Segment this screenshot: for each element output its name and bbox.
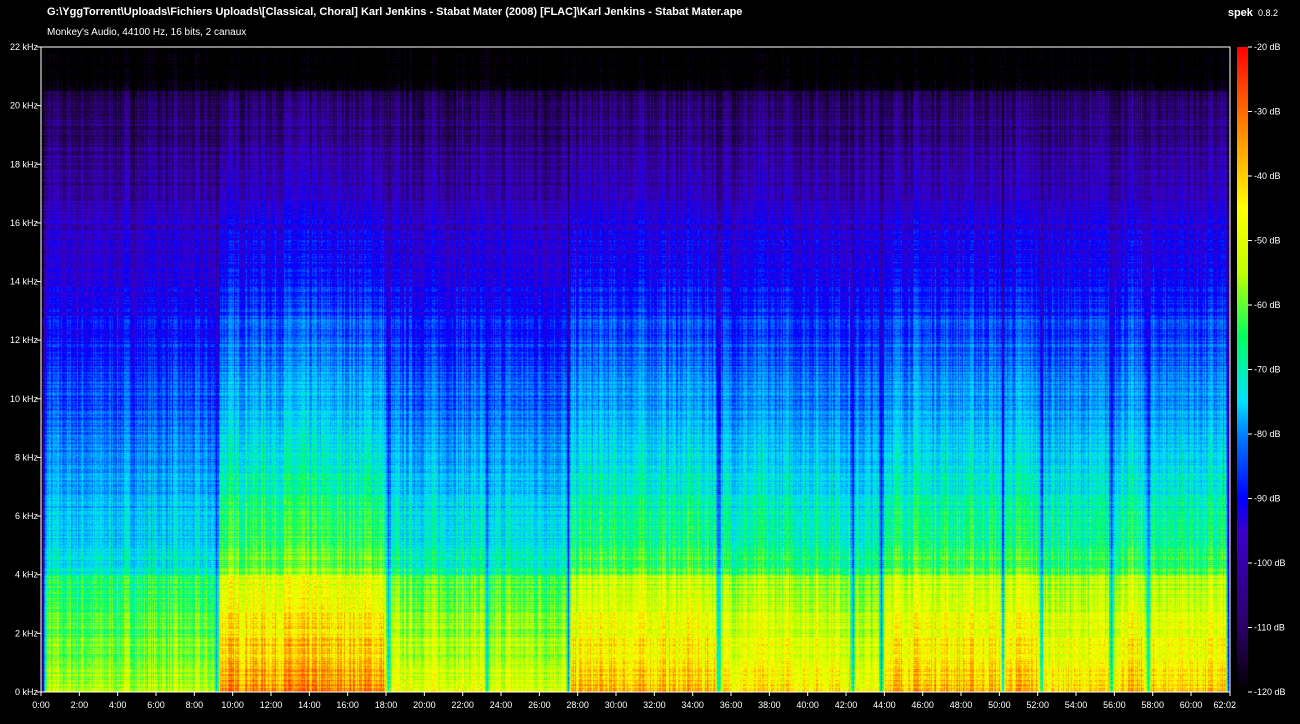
y-tick-label: 12 kHz xyxy=(10,335,39,345)
x-tick-label: 46:00 xyxy=(911,700,934,710)
x-tick-label: 16:00 xyxy=(336,700,359,710)
x-tick-label: 20:00 xyxy=(413,700,436,710)
x-tick-label: 44:00 xyxy=(873,700,896,710)
x-tick-label: 22:00 xyxy=(451,700,474,710)
x-tick-label: 8:00 xyxy=(186,700,204,710)
y-tick-label: 18 kHz xyxy=(10,159,39,169)
x-tick-label: 36:00 xyxy=(720,700,743,710)
x-tick-label: 38:00 xyxy=(758,700,781,710)
spectrogram-image xyxy=(41,47,1230,692)
y-axis: 0 kHz 2 kHz 4 kHz 6 kHz 8 kHz 10 kHz 12 kHz 14 … xyxy=(10,42,41,697)
colorbar-tick-label: -100 dB xyxy=(1254,558,1286,568)
x-tick-label: 12:00 xyxy=(260,700,283,710)
y-tick-label: 14 kHz xyxy=(10,277,39,287)
x-tick-label: 0:00 xyxy=(32,700,50,710)
y-tick-label: 22 kHz xyxy=(10,42,39,52)
x-tick-label: 32:00 xyxy=(643,700,666,710)
x-tick-label: 54:00 xyxy=(1065,700,1088,710)
colorbar-tick-label: -20 dB xyxy=(1254,42,1281,52)
y-tick-label: 16 kHz xyxy=(10,218,39,228)
x-axis: 0:00 2:00 4:00 6:00 8:00 10:00 12:00 14:00 16:00… xyxy=(32,692,1236,710)
x-tick-label: 26:00 xyxy=(528,700,551,710)
colorbar-tick-label: -40 dB xyxy=(1254,171,1281,181)
x-tick-label: 18:00 xyxy=(375,700,398,710)
x-tick-label: 60:00 xyxy=(1180,700,1203,710)
spectrogram-chart: 0:00 2:00 4:00 6:00 8:00 10:00 12:00 14:00 16:00… xyxy=(10,42,1286,710)
y-tick-label: 4 kHz xyxy=(15,570,39,580)
x-tick-label: 24:00 xyxy=(490,700,513,710)
colorbar-gradient xyxy=(1237,47,1248,692)
y-tick-label: 10 kHz xyxy=(10,394,39,404)
x-tick-label: 34:00 xyxy=(681,700,704,710)
x-tick-label: 30:00 xyxy=(605,700,628,710)
x-tick-label: 28:00 xyxy=(566,700,589,710)
colorbar: -20 dB -30 dB -40 dB -50 dB -60 dB -70 dB -80 … xyxy=(1237,42,1286,697)
colorbar-tick-label: -90 dB xyxy=(1254,494,1281,504)
spectrogram-plot xyxy=(40,46,1231,693)
y-tick-label: 20 kHz xyxy=(10,101,39,111)
y-tick-label: 8 kHz xyxy=(15,452,39,462)
colorbar-tick-label: -30 dB xyxy=(1254,107,1281,117)
x-tick-label: 52:00 xyxy=(1026,700,1049,710)
x-tick-label: 4:00 xyxy=(109,700,127,710)
colorbar-tick-label: -120 dB xyxy=(1254,687,1286,697)
colorbar-tick-label: -70 dB xyxy=(1254,365,1281,375)
x-tick-label: 56:00 xyxy=(1103,700,1126,710)
colorbar-tick-label: -60 dB xyxy=(1254,300,1281,310)
colorbar-tick-label: -80 dB xyxy=(1254,429,1281,439)
x-tick-label: 50:00 xyxy=(988,700,1011,710)
x-tick-label: 48:00 xyxy=(950,700,973,710)
y-tick-label: 0 kHz xyxy=(15,687,39,697)
x-tick-label: 2:00 xyxy=(71,700,89,710)
x-tick-label: 40:00 xyxy=(796,700,819,710)
x-tick-label: 6:00 xyxy=(147,700,165,710)
colorbar-tick-label: -50 dB xyxy=(1254,236,1281,246)
colorbar-tick-label: -110 dB xyxy=(1254,623,1285,633)
x-tick-label: 10:00 xyxy=(221,700,244,710)
x-tick-label: 62:02 xyxy=(1213,700,1236,710)
y-tick-label: 6 kHz xyxy=(15,511,39,521)
y-tick-label: 2 kHz xyxy=(15,628,39,638)
x-tick-label: 14:00 xyxy=(298,700,321,710)
x-tick-label: 58:00 xyxy=(1141,700,1164,710)
x-tick-label: 42:00 xyxy=(835,700,858,710)
